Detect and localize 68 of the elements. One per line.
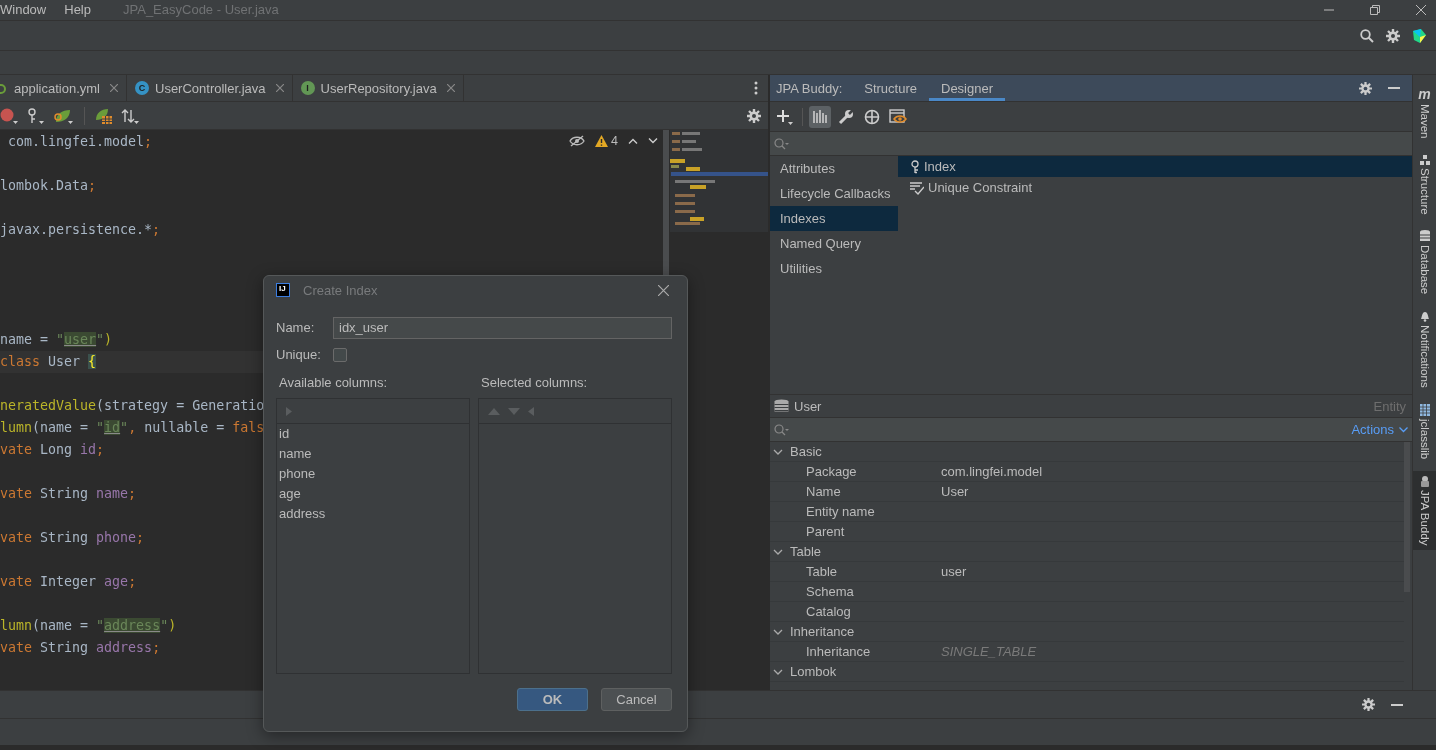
file-type-icon: C (135, 81, 149, 95)
maven-icon: m (1418, 87, 1431, 101)
code-line: lumn(name = "address") (0, 617, 177, 635)
property-label: Name (806, 484, 842, 499)
code-line: vate Long id; (0, 441, 105, 459)
panel-tab[interactable]: Designer (929, 75, 1006, 101)
code-line: neratedValue(strategy = Generatio (0, 397, 265, 415)
palette-item[interactable]: Unique Constraint (898, 177, 1413, 198)
side-tab[interactable]: jclasslib (1413, 400, 1436, 464)
editor-tab[interactable]: C UserController.java (127, 75, 293, 101)
property-value[interactable]: User (941, 484, 969, 499)
code-line: vate String name; (0, 485, 137, 503)
column-item[interactable]: id (277, 424, 469, 444)
dialog-title: Create Index (303, 282, 378, 298)
category-item[interactable]: Lifecycle Callbacks (770, 181, 898, 206)
property-label: Schema (806, 584, 855, 599)
column-item[interactable]: phone (277, 464, 469, 484)
editor-tab[interactable]: I UserRepository.java (292, 75, 464, 101)
name-field[interactable]: idx_user (333, 316, 672, 339)
code-line: vate Integer age; (0, 573, 137, 591)
column-item[interactable]: name (277, 444, 469, 464)
menu-item[interactable]: Window (0, 2, 47, 17)
tree-group[interactable]: Table (770, 542, 1405, 562)
tree-group[interactable]: Inheritance (770, 622, 1405, 642)
column-item[interactable]: address (277, 504, 469, 524)
palette-item[interactable]: Index (898, 156, 1413, 177)
list-label: Available columns: (278, 374, 389, 392)
code-line: lumn(name = "id", nullable = fals (0, 419, 265, 437)
editor-tab[interactable]: application.yml (0, 75, 127, 101)
field-label: Name: (276, 320, 316, 335)
panel-title: JPA Buddy: (775, 80, 844, 96)
property-label: Package (806, 464, 858, 479)
code-line: name = "user") (0, 331, 113, 349)
ok-button[interactable]: OK (517, 688, 588, 711)
menu-item[interactable]: Help (64, 2, 91, 17)
property-label: Table (806, 564, 839, 579)
category-item[interactable]: Indexes (770, 206, 898, 231)
code-line: com.lingfei.model; (7, 133, 153, 151)
panel-tab[interactable]: Structure (852, 75, 929, 101)
category-item[interactable]: Named Query (770, 231, 898, 256)
side-tab[interactable]: Structure (1413, 150, 1436, 219)
field-label: Unique: (276, 347, 322, 362)
tree-group[interactable]: Basic (770, 442, 1405, 462)
list-label: Selected columns: (480, 374, 589, 392)
side-tab[interactable]: Database (1413, 226, 1436, 299)
file-type-icon: I (300, 81, 315, 95)
code-line: class User { (0, 353, 97, 371)
property-value[interactable]: user (941, 564, 967, 579)
property-value[interactable]: com.lingfei.model (941, 464, 1043, 479)
actions-dropdown[interactable]: Actions (1351, 422, 1409, 437)
code-line: javax.persistence.*; (0, 221, 161, 239)
category-item[interactable]: Attributes (770, 156, 898, 181)
app-logo-icon: IJ (276, 283, 290, 297)
property-label: Catalog (806, 604, 852, 619)
code-line: vate String address; (0, 639, 161, 657)
code-line: vate String phone; (0, 529, 145, 547)
tree-group[interactable]: Lombok (770, 662, 1405, 682)
property-label: Parent (806, 524, 846, 539)
code-line: lombok.Data; (0, 177, 97, 195)
cancel-button[interactable]: Cancel (601, 688, 672, 711)
entity-name: User (794, 398, 822, 414)
side-tab[interactable]: Notifications (1413, 306, 1436, 393)
property-label: Entity name (806, 504, 876, 519)
side-tab[interactable]: JPA Buddy (1413, 471, 1436, 550)
category-item[interactable]: Utilities (770, 256, 898, 281)
column-item[interactable]: age (277, 484, 469, 504)
property-label: Inheritance (806, 644, 872, 659)
side-tab[interactable]: m Maven (1413, 83, 1436, 143)
